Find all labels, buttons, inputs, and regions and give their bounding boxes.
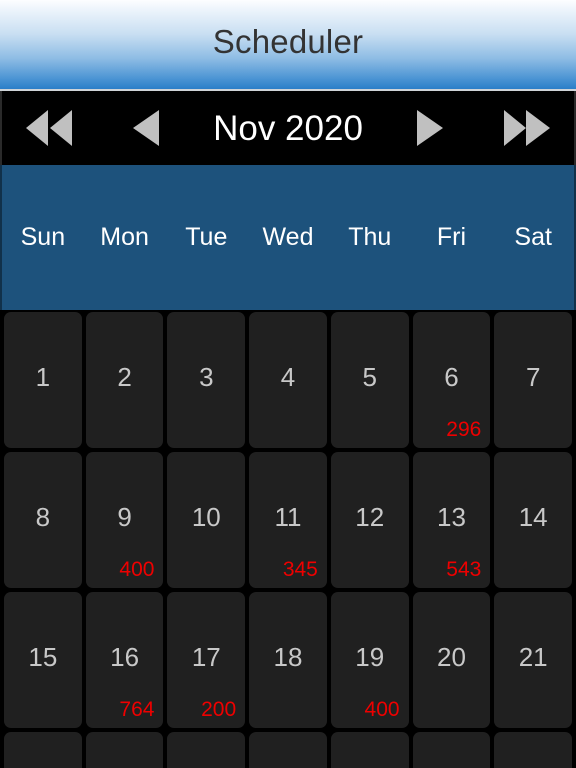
day-cell-empty[interactable]	[167, 732, 246, 768]
weekday-header: Sun Mon Tue Wed Thu Fri Sat	[0, 165, 576, 310]
day-cell[interactable]: 10	[167, 452, 246, 588]
page-title: Scheduler	[212, 23, 364, 60]
day-value: 296	[446, 418, 482, 441]
day-value: 543	[446, 558, 482, 581]
day-number: 1	[35, 362, 51, 392]
day-cell[interactable]: 1	[4, 312, 82, 448]
day-cell[interactable]: 14	[494, 452, 573, 588]
titlebar: Scheduler	[0, 0, 576, 91]
day-cell-empty[interactable]	[249, 732, 327, 768]
day-number: 12	[355, 502, 385, 532]
day-cell[interactable]: 17 200	[167, 592, 246, 728]
day-value: 400	[364, 698, 400, 721]
day-cell[interactable]: 6 296	[412, 312, 491, 448]
day-cell[interactable]: 18	[249, 592, 327, 728]
day-cell[interactable]: 19 400	[330, 592, 409, 728]
day-cell[interactable]: 7	[494, 312, 573, 448]
next-month-button[interactable]	[382, 91, 478, 165]
left-arrow-icon	[127, 107, 165, 149]
day-number: 15	[28, 642, 58, 672]
weekday-label-sun: Sun	[20, 223, 66, 251]
weekday-label-sat: Sat	[514, 223, 552, 251]
day-number: 2	[117, 362, 132, 392]
day-value: 400	[119, 558, 155, 581]
day-number: 10	[191, 502, 221, 532]
day-number: 14	[518, 502, 548, 532]
day-cell-empty[interactable]	[85, 732, 164, 768]
day-cell[interactable]: 3	[167, 312, 246, 448]
weekday-label-mon: Mon	[100, 223, 149, 251]
day-cell[interactable]: 8	[4, 452, 82, 588]
day-cell[interactable]: 9 400	[85, 452, 164, 588]
weekday-label-wed: Wed	[262, 223, 314, 251]
day-number: 8	[35, 502, 51, 532]
day-cell-empty[interactable]	[412, 732, 491, 768]
month-navigation-bar: Nov 2020	[0, 91, 576, 165]
day-number: 3	[199, 362, 214, 392]
calendar-grid: 1 2 3 4 5 6 296 7 8 9 400 10 11 345 12 13 543 14 15 16 764 17…	[0, 310, 576, 768]
day-cell[interactable]: 2	[85, 312, 164, 448]
right-arrow-icon	[411, 107, 449, 149]
weekday-label-tue: Tue	[185, 223, 228, 251]
day-number: 7	[525, 362, 541, 392]
double-right-arrow-icon	[498, 107, 554, 149]
day-cell-empty[interactable]	[494, 732, 573, 768]
week-row: 8 9 400 10 11 345 12 13 543 14	[2, 450, 574, 590]
day-cell[interactable]: 4	[249, 312, 327, 448]
prev-year-button[interactable]	[2, 91, 98, 165]
day-cell[interactable]: 16 764	[85, 592, 164, 728]
day-cell[interactable]: 12	[330, 452, 409, 588]
day-value: 200	[201, 698, 237, 721]
day-cell[interactable]: 15	[4, 592, 82, 728]
day-value: 764	[119, 698, 155, 721]
day-cell[interactable]: 13 543	[412, 452, 491, 588]
double-left-arrow-icon	[22, 107, 78, 149]
week-row	[2, 730, 574, 768]
day-number: 4	[280, 362, 296, 392]
day-cell[interactable]: 5	[330, 312, 409, 448]
week-row: 15 16 764 17 200 18 19 400 20 21	[2, 590, 574, 730]
week-row: 1 2 3 4 5 6 296 7	[2, 310, 574, 450]
day-number: 18	[273, 642, 303, 672]
day-cell-empty[interactable]	[4, 732, 82, 768]
scheduler-app: Scheduler Nov 2020 Sun Mon Tue Wed Thu F…	[0, 0, 576, 768]
day-number: 5	[362, 362, 377, 392]
day-cell[interactable]: 21	[494, 592, 573, 728]
weekday-label-thu: Thu	[348, 223, 392, 251]
current-month-label[interactable]: Nov 2020	[194, 111, 382, 146]
prev-month-button[interactable]	[98, 91, 194, 165]
day-number: 21	[518, 642, 548, 672]
day-cell-empty[interactable]	[330, 732, 409, 768]
day-number: 20	[436, 642, 466, 672]
next-year-button[interactable]	[478, 91, 574, 165]
day-value: 345	[282, 558, 318, 581]
day-cell[interactable]: 20	[412, 592, 491, 728]
day-cell[interactable]: 11 345	[249, 452, 327, 588]
weekday-label-fri: Fri	[436, 223, 467, 251]
